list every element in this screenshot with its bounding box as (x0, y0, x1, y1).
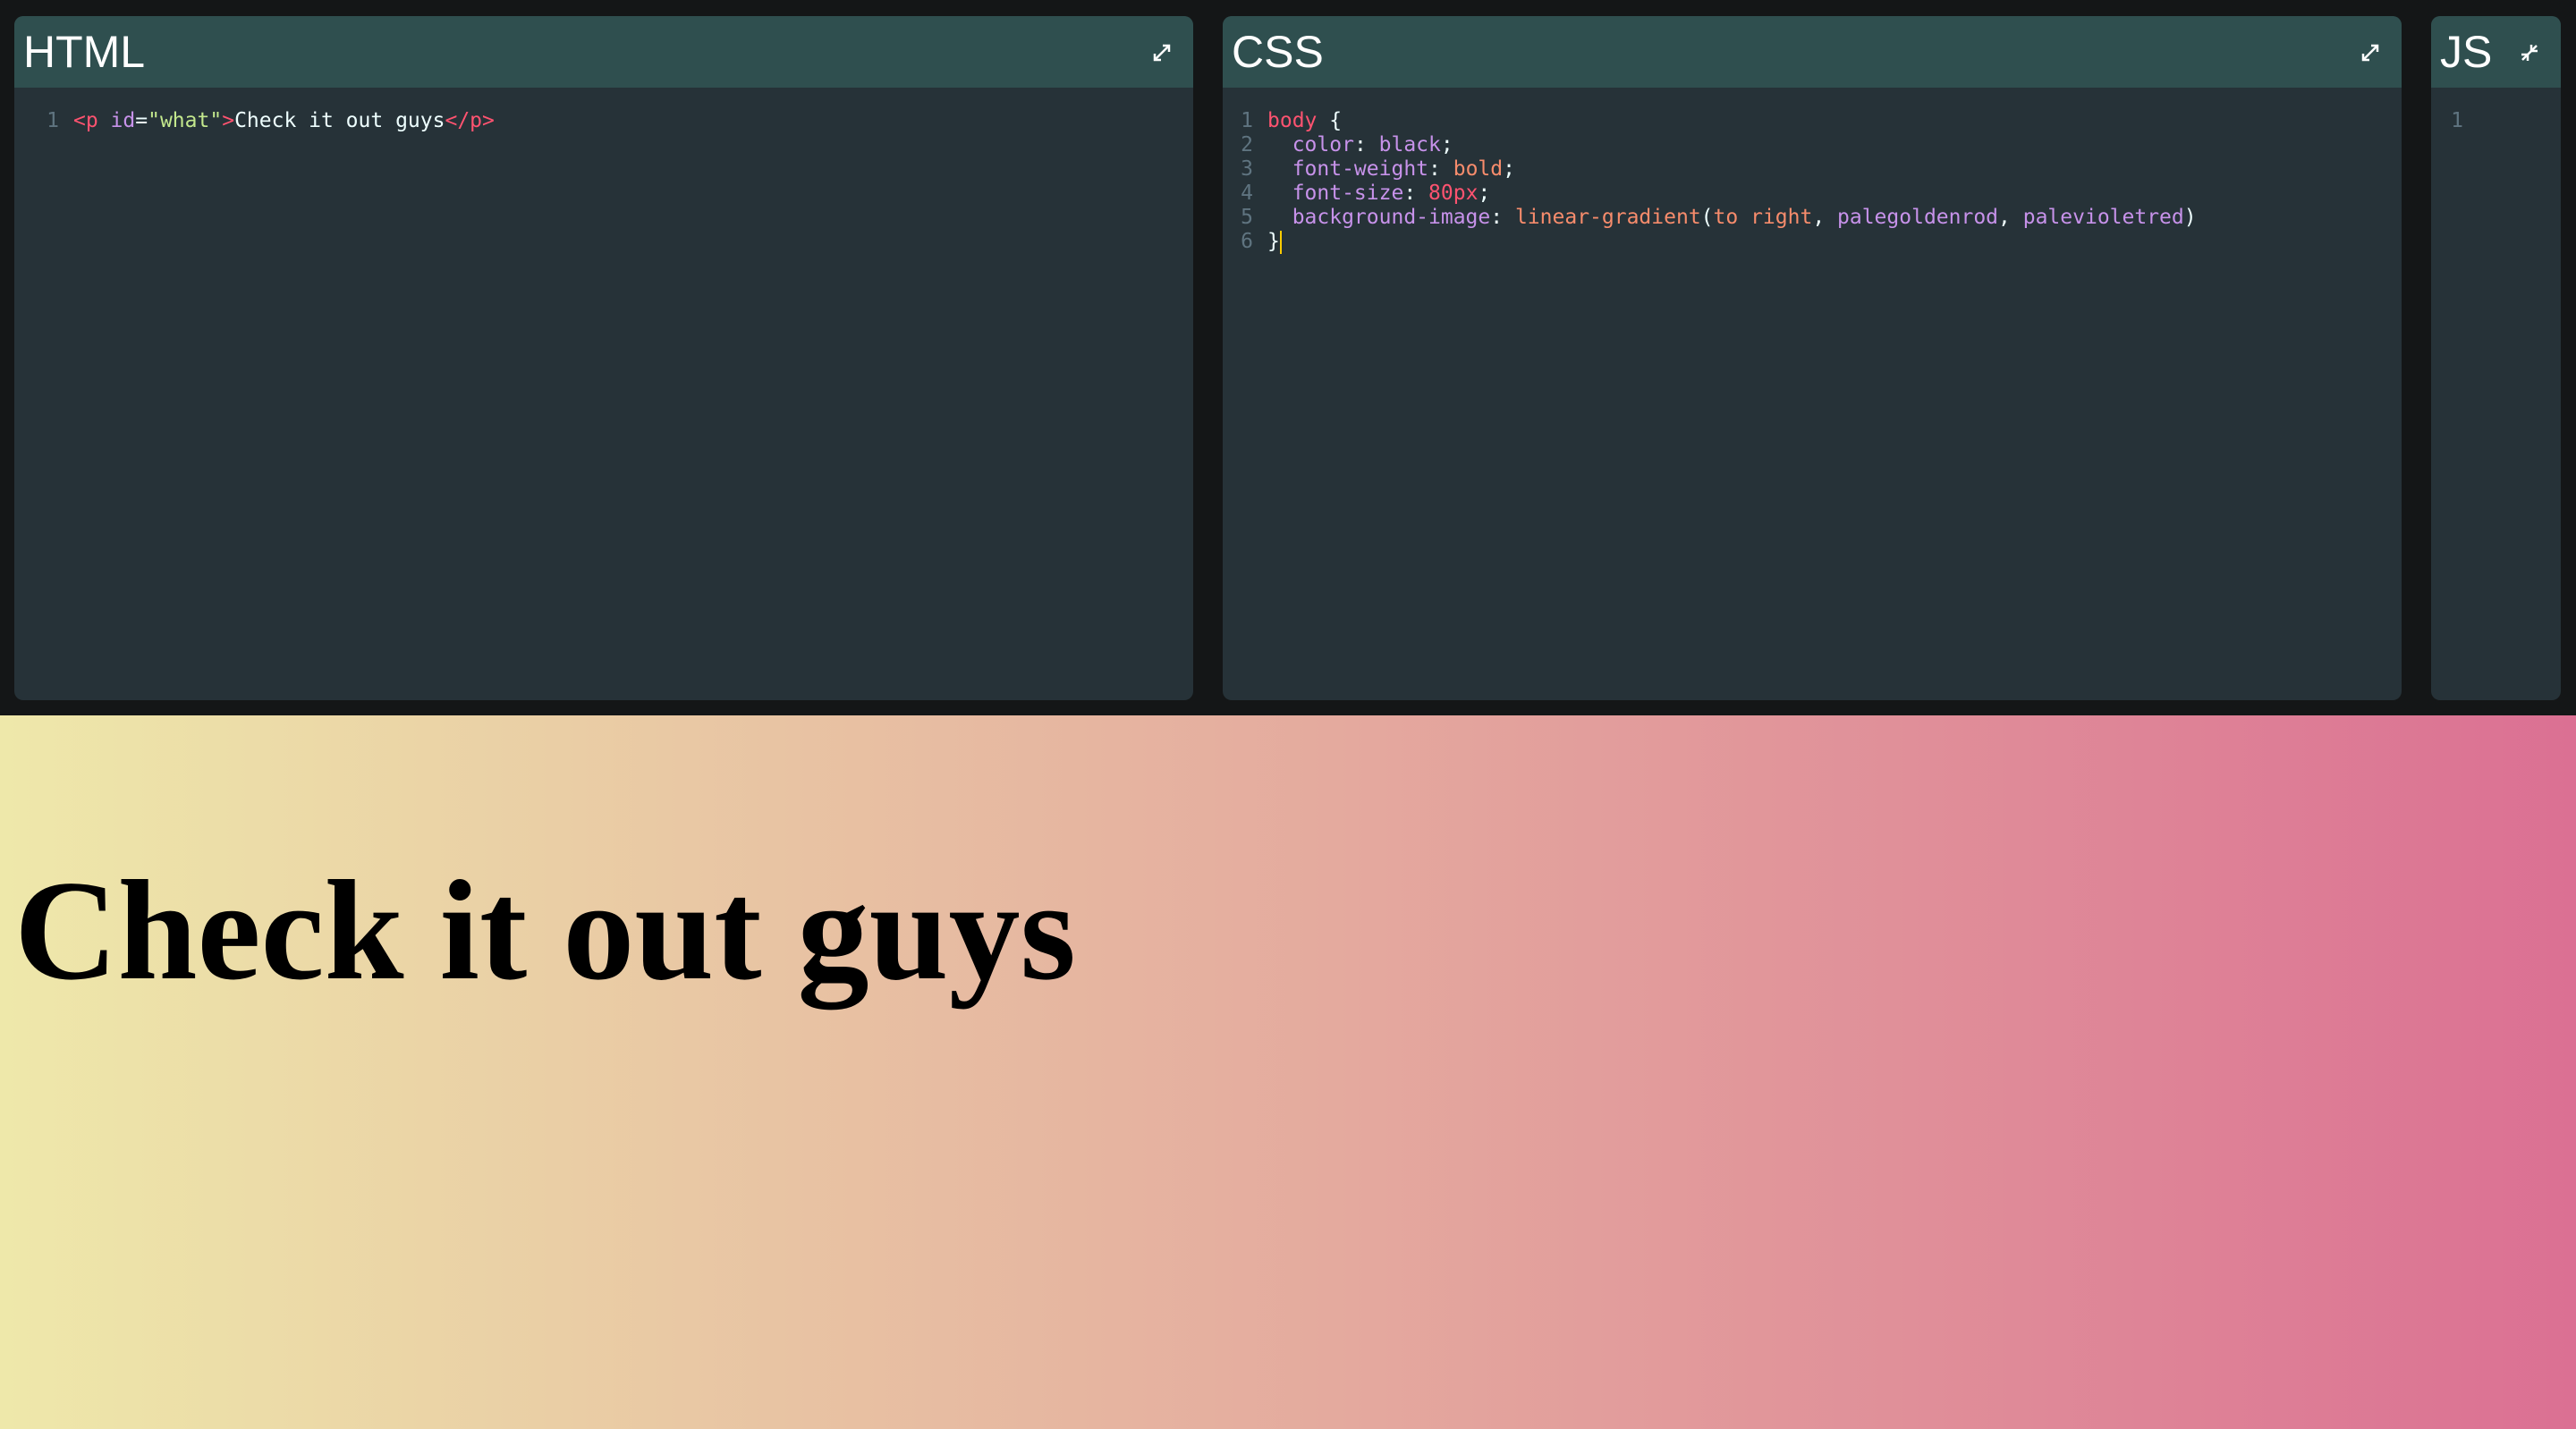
code-line-content: body { (1267, 109, 1342, 133)
code-line: 3 font-weight: bold; (1223, 157, 2402, 182)
code-token: color (1267, 133, 1354, 156)
code-token: : (1403, 182, 1429, 205)
code-line: 6} (1223, 230, 2402, 254)
code-token: id (110, 109, 136, 132)
code-token: palevioletred (2022, 206, 2184, 229)
code-token: { (1317, 109, 1343, 132)
line-number: 6 (1241, 230, 1253, 253)
preview-paragraph: Check it out guys (14, 850, 1076, 1010)
code-token: ; (1440, 133, 1453, 156)
code-line: 2 color: black; (1223, 133, 2402, 157)
code-token: background-image (1267, 206, 1491, 229)
expand-icon (2361, 44, 2379, 62)
result-preview: Check it out guys (0, 715, 2576, 1429)
code-token: : (1490, 206, 1515, 229)
js-pane-title: JS (2440, 27, 2493, 77)
js-code-editor[interactable]: 1 (2431, 88, 2561, 133)
code-token: , (1998, 206, 2023, 229)
code-token: font-size (1267, 182, 1404, 205)
line-number: 2 (1241, 133, 1253, 156)
code-token: </p> (445, 109, 495, 132)
code-line-content: font-size: 80px; (1267, 182, 1491, 206)
code-token: font-weight (1267, 157, 1429, 181)
js-editor-pane: JS 1 (2431, 16, 2561, 700)
code-line: 4 font-size: 80px; (1223, 182, 2402, 206)
code-token: ; (1503, 157, 1515, 181)
css-expand-button[interactable] (2359, 41, 2382, 64)
code-token: body (1267, 109, 1318, 132)
css-editor-pane: CSS 1 body {2 color: black; 3 font-weight:… (1223, 16, 2402, 700)
line-number: 1 (47, 109, 59, 132)
code-token: : (1428, 157, 1453, 181)
code-token: palegoldenrod (1837, 206, 1999, 229)
code-token: : (1353, 133, 1379, 156)
code-line-content: font-weight: bold; (1267, 157, 1515, 182)
code-token: bold (1453, 157, 1504, 181)
editor-area: HTML 1 <p id="what">Check it out guys</p>… (0, 0, 2576, 715)
code-line: 1 (2431, 109, 2561, 133)
code-line: 5 background-image: linear-gradient(to r… (1223, 206, 2402, 230)
html-expand-button[interactable] (1150, 41, 1174, 64)
line-number: 1 (2451, 109, 2463, 132)
html-code-editor[interactable]: 1 <p id="what">Check it out guys</p> (14, 88, 1193, 133)
code-token: ( (1700, 206, 1714, 229)
line-number: 3 (1241, 157, 1253, 181)
line-number: 1 (1241, 109, 1253, 132)
code-token: ) (2183, 206, 2197, 229)
expand-icon (1153, 44, 1171, 62)
code-token: , (1812, 206, 1838, 229)
line-number: 5 (1241, 206, 1253, 229)
code-line-content: color: black; (1267, 133, 1453, 157)
code-token: = (135, 109, 148, 132)
text-cursor (1279, 230, 1282, 254)
js-collapse-button[interactable] (2518, 41, 2541, 64)
code-line: 1 <p id="what">Check it out guys</p> (14, 109, 1193, 133)
code-token: <p (73, 109, 111, 132)
line-number: 4 (1241, 182, 1253, 205)
code-line-content: <p id="what">Check it out guys</p> (73, 109, 495, 133)
css-code-editor[interactable]: 1 body {2 color: black; 3 font-weight: bol… (1223, 88, 2402, 254)
js-pane-header: JS (2431, 16, 2561, 88)
html-pane-header: HTML (14, 16, 1193, 88)
code-token: > (222, 109, 235, 132)
css-pane-header: CSS (1223, 16, 2402, 88)
code-token: Check it out guys (234, 109, 445, 132)
html-editor-pane: HTML 1 <p id="what">Check it out guys</p> (14, 16, 1193, 700)
code-line-content: background-image: linear-gradient(to rig… (1267, 206, 2197, 230)
code-token: "what" (148, 109, 223, 132)
code-token: black (1378, 133, 1441, 156)
code-token: to right (1713, 206, 1813, 229)
code-token: linear-gradient (1514, 206, 1701, 229)
code-token: ; (1478, 182, 1491, 205)
collapse-icon (2521, 45, 2538, 61)
code-line: 1 body { (1223, 109, 2402, 133)
css-pane-title: CSS (1232, 27, 1324, 77)
code-line-content: } (1267, 230, 1282, 254)
html-pane-title: HTML (23, 27, 146, 77)
code-token: 80px (1428, 182, 1479, 205)
code-token: } (1267, 230, 1280, 253)
